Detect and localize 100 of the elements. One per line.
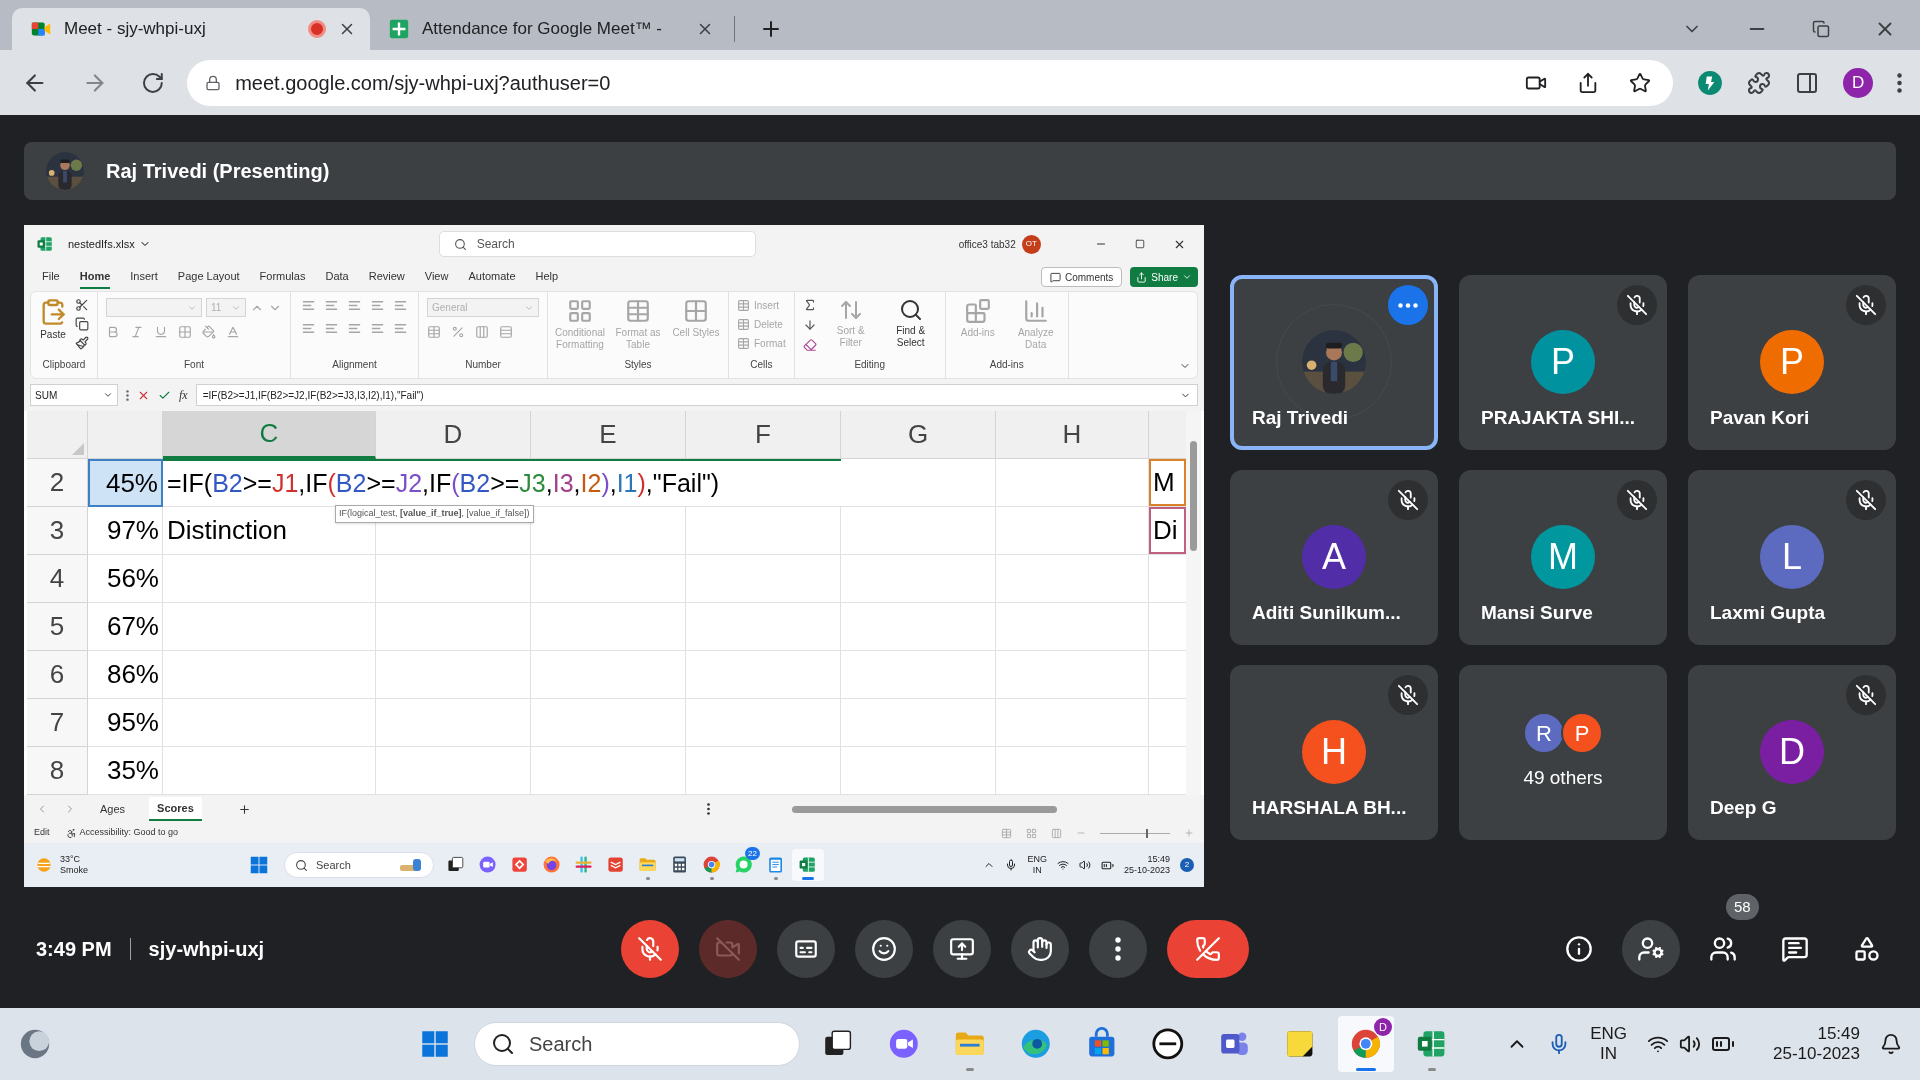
table-cell[interactable] [163,651,376,699]
table-cell[interactable] [376,603,531,651]
notification-badge[interactable]: 2 [1180,858,1194,872]
table-cell[interactable] [841,699,996,747]
participant-tile[interactable]: M Mansi Surve [1459,470,1667,645]
row-header[interactable]: 5 [27,603,88,651]
row-header[interactable]: 2 [27,459,88,507]
round-browser-icon[interactable] [702,855,722,875]
table-cell[interactable] [996,555,1149,603]
alignment-icon[interactable] [347,321,362,336]
participant-tile[interactable]: L Laxmi Gupta [1688,470,1896,645]
table-cell[interactable] [163,603,376,651]
table-cell[interactable]: 56% [88,555,163,603]
row-header[interactable]: 8 [27,747,88,795]
table-cell[interactable] [531,699,686,747]
flame-browser-icon[interactable] [542,855,562,875]
copy-icon[interactable] [75,317,89,331]
table-cell[interactable] [841,603,996,651]
language[interactable]: ENG [1027,854,1047,865]
ribbon-tab[interactable]: Insert [130,264,158,290]
column-header[interactable]: D [376,411,531,459]
cell-editor[interactable]: =IF(B2>=J1,IF(B2>=J2,IF(B2>=J3,I3,I2),I1),"Fail") [163,459,841,507]
reload-icon[interactable] [141,70,166,95]
add-sheet-icon[interactable] [237,802,251,816]
table-cell[interactable] [163,699,376,747]
table-cell[interactable]: 95% [88,699,163,747]
table-cell[interactable] [841,555,996,603]
video-chat-icon[interactable] [478,855,498,875]
table-cell[interactable] [841,651,996,699]
volume-icon[interactable] [1679,1033,1702,1055]
file-name[interactable]: nestedIfs.xlsx [68,235,135,253]
profile-avatar[interactable]: D [1843,67,1873,98]
hash-grid-icon[interactable] [574,855,594,875]
extension-icon[interactable] [1697,69,1723,96]
ribbon-tab[interactable]: View [424,264,449,290]
column-header[interactable]: C [163,411,376,459]
wave-browser-icon[interactable] [1019,1027,1053,1061]
alignment-icon[interactable] [347,298,362,313]
ribbon-button[interactable]: Paste [39,298,67,350]
alignment-icon[interactable] [324,298,339,313]
taskbar-button[interactable]: 22 [728,849,760,881]
table-cell[interactable] [376,699,531,747]
extensions-icon[interactable] [1747,70,1771,95]
more-options-button[interactable] [1388,285,1428,325]
column-header[interactable]: H [996,411,1149,459]
table-cell[interactable] [531,507,686,555]
table-cell[interactable] [163,747,376,795]
ribbon-button[interactable]: Find & Select [884,298,937,352]
table-cell[interactable]: M [1149,459,1186,506]
checklist-icon[interactable] [606,855,626,875]
leave-call-button[interactable] [1167,920,1249,978]
ribbon-tab[interactable]: Page Layout [177,264,240,290]
table-cell[interactable]: 97% [88,507,163,555]
remote-desktop-icon[interactable] [510,855,530,875]
table-cell[interactable] [686,507,841,555]
account-avatar[interactable]: OT [1021,234,1041,254]
underline-icon[interactable] [154,325,168,339]
eraser-icon[interactable] [802,338,817,352]
table-cell[interactable] [376,651,531,699]
cut-icon[interactable] [75,298,89,312]
clock-date[interactable]: 25-10-2023 [1773,1044,1860,1064]
table-cell[interactable] [841,747,996,795]
table-cell[interactable]: 35% [88,747,163,795]
table-cell[interactable] [996,651,1149,699]
notifications-icon[interactable] [1880,1033,1902,1055]
ribbon-tab[interactable]: Review [368,264,405,290]
ribbon-tab[interactable]: Formulas [259,264,306,290]
participant-tile[interactable]: P Pavan Kori [1688,275,1896,450]
table-cell[interactable] [163,555,376,603]
row-header[interactable]: 6 [27,651,88,699]
taskbar-button[interactable]: D [1338,1016,1394,1072]
spreadsheet-icon[interactable] [36,235,54,253]
alignment-icon[interactable] [301,321,316,336]
percent-icon[interactable] [451,325,465,339]
ribbon-tab[interactable]: File [42,264,60,290]
search-field[interactable]: Search [474,1022,800,1066]
table-cell[interactable] [996,747,1149,795]
more-icon[interactable] [706,803,710,815]
share-icon[interactable] [1577,71,1599,94]
name-box[interactable]: SUM [30,384,118,406]
participant-tile[interactable]: P PRAJAKTA SHI... [1459,275,1667,450]
browser-tab[interactable]: Attendance for Google Meet™ - [370,8,728,50]
chat-bubble-icon[interactable] [734,855,754,875]
round-logo-icon[interactable] [1151,1027,1185,1061]
search-field[interactable]: Search [284,852,434,878]
volume-icon[interactable] [1078,859,1091,871]
row-header[interactable]: 4 [27,555,88,603]
ribbon-tab[interactable]: Automate [468,264,516,290]
maximize-icon[interactable] [1135,239,1145,249]
menu-icon[interactable] [1897,72,1902,93]
column-header[interactable]: G [841,411,996,459]
accessibility-status[interactable]: Accessibility: Good to go [65,826,179,840]
alignment-icon[interactable] [370,298,385,313]
table-cell[interactable] [841,459,996,507]
comma-style-icon[interactable] [475,325,489,339]
browser-tab[interactable]: Meet - sjy-whpi-uxj [12,8,370,50]
mic-button[interactable] [621,920,679,978]
decimal-icon[interactable] [499,325,513,339]
table-cell[interactable]: Di [1149,507,1186,554]
table-cell[interactable] [996,507,1149,555]
